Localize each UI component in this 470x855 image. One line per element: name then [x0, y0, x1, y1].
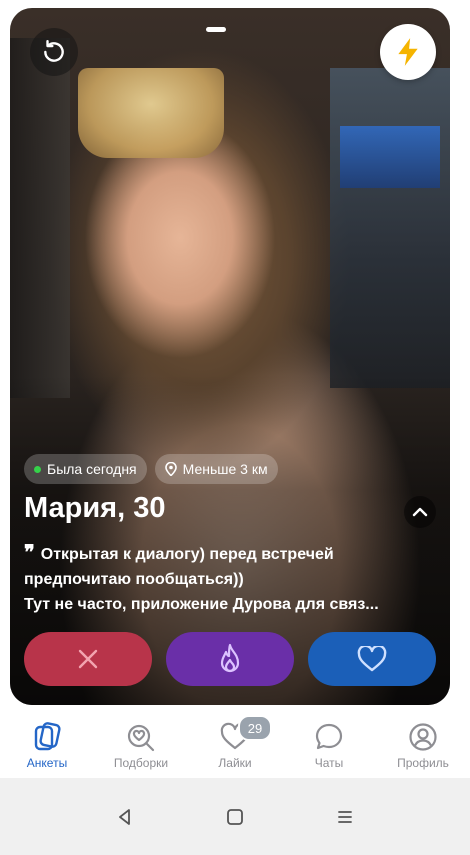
online-dot-icon [34, 465, 41, 473]
expand-profile-button[interactable] [404, 496, 436, 528]
superlike-button[interactable] [166, 632, 294, 686]
online-status-text: Была сегодня [47, 461, 137, 477]
quote-icon: ❞ [24, 540, 35, 564]
flame-icon [220, 643, 240, 673]
profile-card[interactable]: Была сегодня Меньше 3 км Мария, 30 ❞ Откр… [10, 8, 450, 705]
tab-label: Чаты [314, 756, 344, 770]
tab-laiki[interactable]: 29 Лайки [190, 712, 280, 778]
lightning-icon [398, 38, 418, 66]
rewind-icon [44, 39, 64, 62]
bio-text: Открытая к диалогу) перед встречей предп… [24, 546, 334, 588]
background-light [340, 126, 440, 188]
heart-icon [357, 646, 387, 672]
background-window [330, 68, 450, 388]
boost-button[interactable] [380, 24, 436, 80]
system-navigation-bar [0, 778, 470, 855]
heart-search-icon [127, 724, 155, 752]
chevron-up-icon [412, 507, 428, 517]
back-icon[interactable] [116, 808, 134, 826]
like-button[interactable] [308, 632, 436, 686]
distance-chip: Меньше 3 км [154, 454, 278, 484]
profile-bio: ❞ Открытая к диалогу) перед встречей пред… [24, 540, 436, 617]
home-icon[interactable] [226, 808, 244, 826]
recent-apps-icon[interactable] [336, 808, 354, 826]
cards-icon [34, 722, 61, 751]
bottom-tab-bar: Анкеты Подборки 29 Лайки Чаты Профиль [0, 712, 470, 778]
dislike-button[interactable] [24, 632, 152, 686]
photo-indicator [206, 27, 226, 32]
distance-text: Меньше 3 км [182, 461, 268, 477]
close-icon [78, 649, 98, 669]
profile-icon [409, 723, 437, 751]
tab-chaty[interactable]: Чаты [284, 712, 374, 778]
tab-profil[interactable]: Профиль [378, 712, 468, 778]
lamp-shade [78, 68, 224, 158]
rewind-button[interactable] [30, 28, 78, 76]
bio-text-continued: Тут не часто, приложение Дурова для связ… [24, 596, 379, 613]
background-window [10, 38, 70, 398]
tab-label: Лайки [218, 756, 252, 770]
tab-label: Профиль [397, 756, 449, 770]
tab-label: Анкеты [26, 756, 68, 770]
likes-count-badge: 29 [238, 715, 272, 741]
profile-name-age: Мария, 30 [24, 492, 166, 524]
tab-podborki[interactable]: Подборки [96, 712, 186, 778]
chat-icon [315, 723, 343, 750]
location-pin-icon [164, 462, 177, 476]
online-status-chip: Была сегодня [24, 454, 147, 484]
tab-ankety[interactable]: Анкеты [2, 712, 92, 778]
tab-label: Подборки [113, 756, 169, 770]
